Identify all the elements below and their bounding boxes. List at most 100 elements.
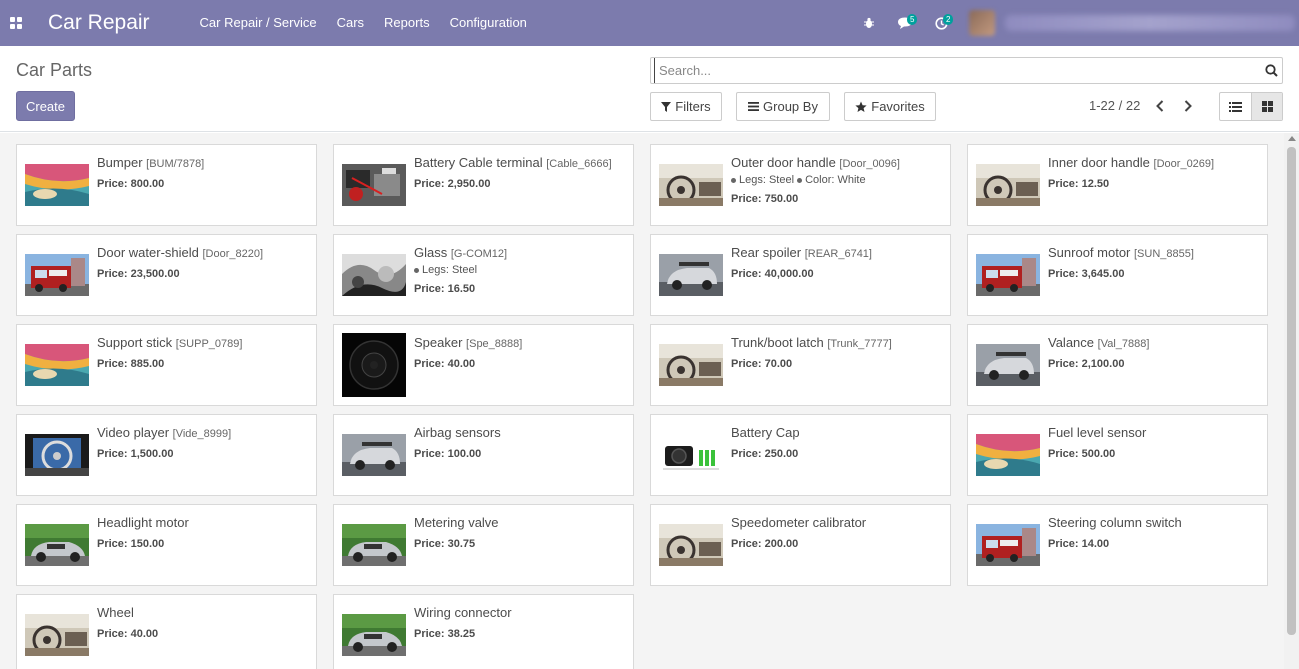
product-image [976, 164, 1040, 206]
product-card[interactable]: Wiring connector Price: 38.25 [333, 594, 634, 669]
product-price: Price: 150.00 [97, 538, 165, 550]
product-name-text: Rear spoiler [731, 245, 802, 260]
product-card[interactable]: Sunroof motor [SUN_8855] Price: 3,645.00 [967, 234, 1268, 316]
create-button[interactable]: Create [16, 91, 75, 121]
product-card[interactable]: Inner door handle [Door_0269] Price: 12.5… [967, 144, 1268, 226]
product-card[interactable]: Support stick [SUPP_0789] Price: 885.00 [16, 324, 317, 406]
scroll-up-arrow[interactable] [1288, 136, 1296, 141]
messages-chat-icon[interactable]: 5 [887, 0, 923, 46]
menu-cars[interactable]: Cars [327, 0, 374, 46]
product-image [25, 524, 89, 566]
product-card[interactable]: Glass [G-COM12] Legs: Steel Price: 16.50 [333, 234, 634, 316]
favorites-button[interactable]: Favorites [844, 92, 936, 121]
group-by-button[interactable]: Group By [736, 92, 830, 121]
product-card[interactable]: Speedometer calibrator Price: 200.00 [650, 504, 951, 586]
debug-bug-icon[interactable] [851, 0, 887, 46]
product-name-text: Door water-shield [97, 245, 199, 260]
product-price: Price: 38.25 [414, 628, 476, 640]
product-price: Price: 885.00 [97, 358, 165, 370]
product-image [342, 333, 406, 397]
product-price: Price: 200.00 [731, 538, 799, 550]
product-price: Price: 750.00 [731, 193, 799, 205]
kanban-view: Bumper [BUM/7878] Price: 800.00 Battery Ca… [0, 133, 1284, 669]
product-reference: [G-COM12] [450, 248, 508, 260]
bullet-icon [414, 267, 419, 273]
top-navbar: Car Repair Car Repair / Service Cars Rep… [0, 0, 1299, 46]
product-name: Steering column switch [1048, 515, 1182, 530]
list-view-button[interactable] [1220, 93, 1251, 120]
product-name-text: Bumper [97, 155, 143, 170]
menu-car-repair-service[interactable]: Car Repair / Service [190, 0, 327, 46]
product-reference: [SUN_8855] [1134, 248, 1194, 260]
product-image [659, 524, 723, 566]
search-input[interactable] [654, 58, 1260, 83]
activities-clock-icon[interactable]: 2 [923, 0, 959, 46]
product-price: Price: 40.00 [414, 358, 476, 370]
group-by-label: Group By [763, 99, 818, 114]
user-menu[interactable] [969, 0, 1299, 46]
product-name-text: Speedometer calibrator [731, 515, 867, 530]
product-card[interactable]: Speaker [Spe_8888] Price: 40.00 [333, 324, 634, 406]
product-card[interactable]: Valance [Val_7888] Price: 2,100.00 [967, 324, 1268, 406]
product-card[interactable]: Video player [Vide_8999] Price: 1,500.00 [16, 414, 317, 496]
product-image [342, 614, 406, 656]
product-price: Price: 500.00 [1048, 448, 1116, 460]
product-reference: [SUPP_0789] [175, 338, 243, 350]
product-card[interactable]: Rear spoiler [REAR_6741] Price: 40,000.00 [650, 234, 951, 316]
product-reference: [REAR_6741] [804, 248, 872, 260]
product-image [659, 254, 723, 296]
product-card[interactable]: Fuel level sensor Price: 500.00 [967, 414, 1268, 496]
menu-reports[interactable]: Reports [374, 0, 440, 46]
product-price: Price: 16.50 [414, 283, 476, 295]
menu-configuration[interactable]: Configuration [440, 0, 537, 46]
product-name-text: Sunroof motor [1048, 245, 1131, 260]
pager-next-icon[interactable] [1179, 96, 1197, 116]
product-image [25, 614, 89, 656]
kanban-view-button[interactable] [1251, 93, 1282, 120]
product-name-text: Valance [1048, 335, 1095, 350]
product-name: Headlight motor [97, 515, 189, 530]
product-name-text: Steering column switch [1048, 515, 1182, 530]
product-card[interactable]: Wheel Price: 40.00 [16, 594, 317, 669]
product-price: Price: 14.00 [1048, 538, 1110, 550]
apps-menu-icon[interactable] [0, 0, 32, 46]
product-card[interactable]: Bumper [BUM/7878] Price: 800.00 [16, 144, 317, 226]
product-card[interactable]: Outer door handle [Door_0096] Legs: Steel… [650, 144, 951, 226]
product-card[interactable]: Trunk/boot latch [Trunk_7777] Price: 70.0… [650, 324, 951, 406]
control-panel: Car Parts Create Filters Group By Favori… [0, 46, 1299, 132]
product-name-text: Wheel [97, 605, 134, 620]
product-card[interactable]: Steering column switch Price: 14.00 [967, 504, 1268, 586]
product-image [976, 254, 1040, 296]
product-name: Sunroof motor [SUN_8855] [1048, 245, 1194, 260]
product-name: Rear spoiler [REAR_6741] [731, 245, 872, 260]
filters-button[interactable]: Filters [650, 92, 722, 121]
product-card[interactable]: Battery Cap Price: 250.00 [650, 414, 951, 496]
product-card[interactable]: Metering valve Price: 30.75 [333, 504, 634, 586]
product-name: Airbag sensors [414, 425, 501, 440]
scrollbar[interactable] [1284, 133, 1299, 669]
product-name-text: Battery Cap [731, 425, 800, 440]
product-image [659, 164, 723, 206]
product-name: Battery Cap [731, 425, 800, 440]
product-name: Speedometer calibrator [731, 515, 866, 530]
product-name: Support stick [SUPP_0789] [97, 335, 242, 350]
product-price: Price: 40.00 [97, 628, 159, 640]
star-icon [855, 101, 867, 112]
app-brand[interactable]: Car Repair [48, 11, 150, 35]
pager-value[interactable]: 1-22 / 22 [1089, 98, 1140, 113]
product-name: Video player [Vide_8999] [97, 425, 231, 440]
product-reference: [Door_0269] [1153, 158, 1215, 170]
user-name-blurred [1005, 15, 1295, 31]
product-card[interactable]: Door water-shield [Door_8220] Price: 23,5… [16, 234, 317, 316]
pager-previous-icon[interactable] [1151, 96, 1169, 116]
product-price: Price: 23,500.00 [97, 268, 180, 280]
product-card[interactable]: Battery Cable terminal [Cable_6666] Price… [333, 144, 634, 226]
product-reference: [Cable_6666] [546, 158, 612, 170]
product-name: Valance [Val_7888] [1048, 335, 1149, 350]
scroll-thumb[interactable] [1287, 147, 1296, 635]
product-image [25, 254, 89, 296]
product-card[interactable]: Airbag sensors Price: 100.00 [333, 414, 634, 496]
product-name-text: Inner door handle [1048, 155, 1150, 170]
product-card[interactable]: Headlight motor Price: 150.00 [16, 504, 317, 586]
search-icon[interactable] [1260, 64, 1282, 77]
